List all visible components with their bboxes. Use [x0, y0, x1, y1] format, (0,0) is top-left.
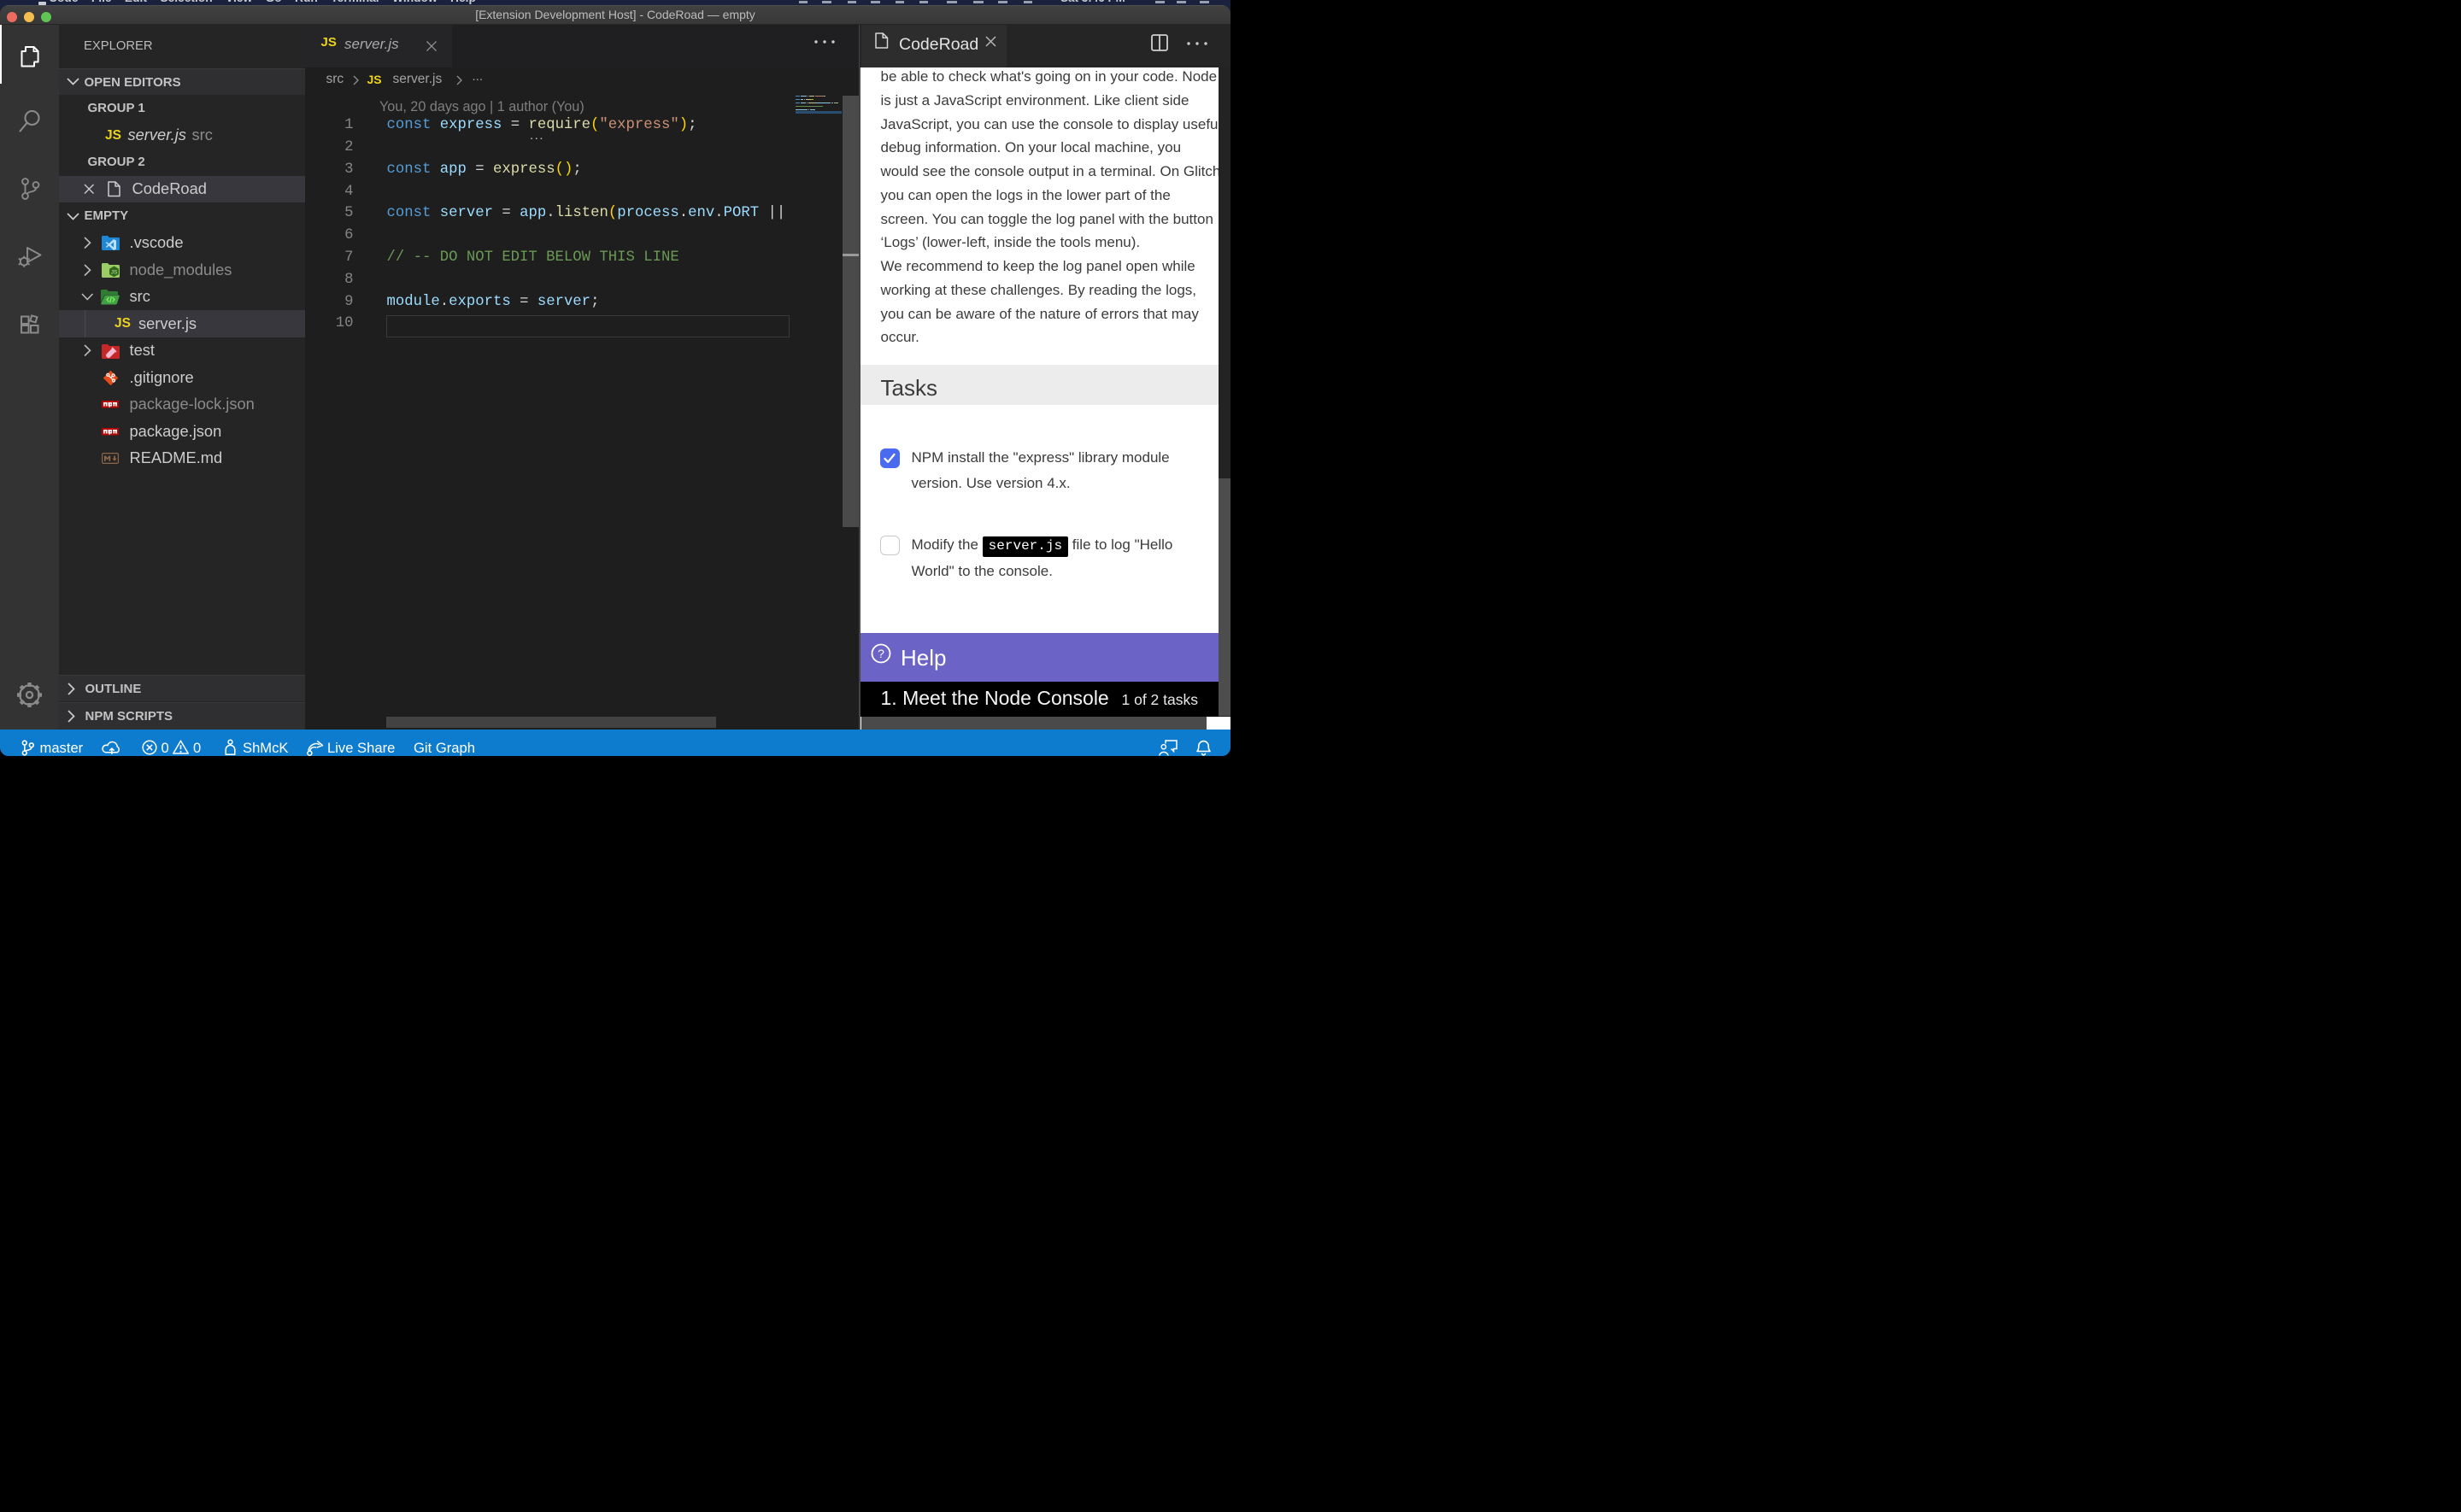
- svg-text:?: ?: [878, 647, 884, 660]
- svg-text:JS: JS: [111, 269, 118, 275]
